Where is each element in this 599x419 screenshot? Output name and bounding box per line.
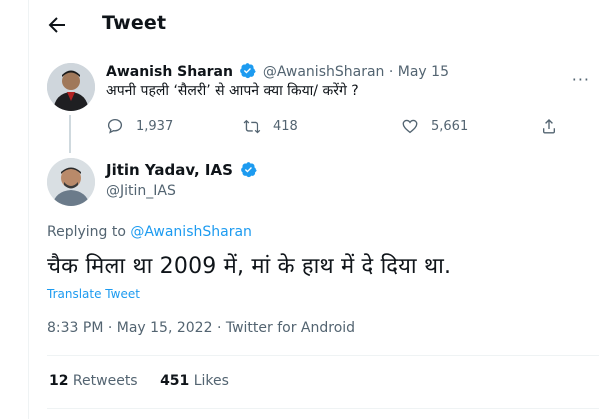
retweet-count: 418 [273, 118, 298, 134]
translate-tweet-link[interactable]: Translate Tweet [47, 287, 140, 301]
tweet-text: चैक मिला था 2009 में, मां के हाथ में दे … [47, 254, 452, 279]
avatar[interactable] [47, 63, 95, 111]
back-arrow-icon[interactable] [45, 13, 69, 37]
original-tweet-text: अपनी पहली ‘सैलरी’ से आपने क्या किया/ करे… [106, 83, 359, 99]
like-count: 5,661 [431, 118, 469, 134]
reply-button[interactable]: 1,937 [106, 116, 173, 136]
replying-to: Replying to @AwanishSharan [47, 224, 252, 240]
retweets-stat[interactable]: 12 Retweets [49, 373, 138, 389]
share-button[interactable] [540, 116, 570, 136]
original-tweet-header: Awanish Sharan @AwanishSharan · May 15 [106, 62, 449, 80]
likes-count: 451 [160, 373, 190, 389]
like-icon [402, 119, 418, 134]
retweet-button[interactable]: 418 [243, 116, 298, 136]
tweet-actions: 1,937 418 5,661 [106, 116, 555, 136]
reply-author-name: Jitin Yadav, IAS [106, 161, 259, 179]
tweet-stats: 12 Retweets 451 Likes [49, 373, 247, 389]
thread-line [69, 115, 71, 153]
likes-stat[interactable]: 451 Likes [160, 373, 229, 389]
original-tweet-date[interactable]: May 15 [398, 64, 449, 80]
more-options-icon[interactable]: ··· [572, 70, 590, 89]
divider [47, 408, 599, 409]
replying-to-link[interactable]: @AwanishSharan [130, 224, 252, 240]
reply-count: 1,937 [136, 118, 174, 134]
header: Tweet [29, 0, 599, 50]
retweet-icon [243, 119, 261, 134]
original-author-handle[interactable]: @AwanishSharan [263, 64, 385, 80]
divider [47, 355, 599, 356]
meta-separator: · [384, 64, 398, 80]
share-icon [543, 118, 555, 134]
tweet-timestamp[interactable]: 8:33 PM · May 15, 2022 · Twitter for And… [47, 320, 355, 336]
replying-prefix: Replying to [47, 224, 131, 240]
tweet-page: Tweet Awanish Sharan @AwanishSharan · Ma… [28, 0, 599, 419]
verified-badge-icon [239, 62, 257, 79]
original-author-name[interactable]: Awanish Sharan [106, 64, 233, 80]
likes-label: Likes [189, 373, 229, 389]
reply-author-name-text[interactable]: Jitin Yadav, IAS [106, 161, 233, 179]
reply-author-handle[interactable]: @Jitin_IAS [106, 183, 176, 199]
like-button[interactable]: 5,661 [401, 116, 468, 136]
verified-badge-icon [240, 161, 257, 178]
page-title: Tweet [102, 12, 167, 34]
avatar[interactable] [47, 158, 95, 206]
retweets-label: Retweets [68, 373, 138, 389]
retweets-count: 12 [49, 373, 69, 389]
reply-icon [107, 118, 123, 134]
